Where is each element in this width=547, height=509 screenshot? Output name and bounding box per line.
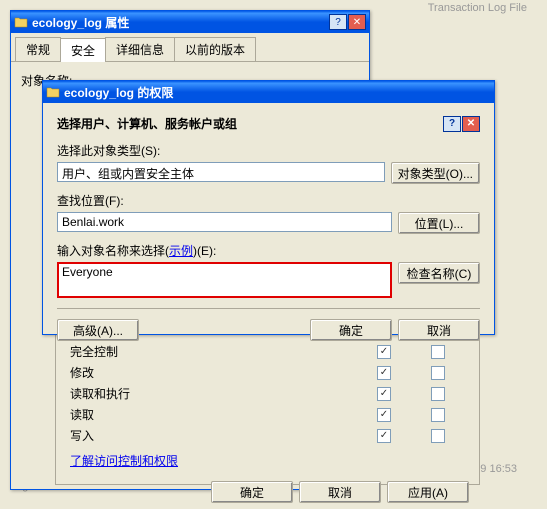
divider bbox=[57, 308, 480, 309]
dialog-close-button[interactable]: ✕ bbox=[462, 116, 480, 132]
permissions-titlebar[interactable]: ecology_log 的权限 bbox=[43, 81, 494, 103]
allow-checkbox[interactable] bbox=[377, 408, 391, 422]
perm-row: 读取 bbox=[70, 404, 465, 425]
bg-text-top: Transaction Log File bbox=[428, 2, 527, 14]
properties-titlebar[interactable]: ecology_log 属性 ? ✕ bbox=[11, 11, 369, 33]
ok-button[interactable]: 确定 bbox=[310, 319, 392, 341]
permissions-title: ecology_log 的权限 bbox=[64, 84, 491, 101]
deny-checkbox[interactable] bbox=[431, 429, 445, 443]
properties-title: ecology_log 属性 bbox=[32, 14, 328, 31]
perm-row: 写入 bbox=[70, 425, 465, 446]
dialog-help-button[interactable]: ? bbox=[443, 116, 461, 132]
folder-icon bbox=[14, 15, 28, 29]
location-field: Benlai.work bbox=[57, 212, 392, 232]
perm-label: 写入 bbox=[70, 427, 357, 444]
deny-checkbox[interactable] bbox=[431, 366, 445, 380]
permissions-dialog: ecology_log 的权限 选择用户、计算机、服务帐户或组 ? ✕ 选择此对… bbox=[42, 80, 495, 335]
object-name-input[interactable]: Everyone bbox=[57, 262, 392, 298]
perm-label: 读取和执行 bbox=[70, 385, 357, 402]
learn-more-link[interactable]: 了解访问控制和权限 bbox=[70, 454, 178, 468]
tab-general[interactable]: 常规 bbox=[15, 37, 61, 61]
check-names-button[interactable]: 检查名称(C) bbox=[398, 262, 480, 284]
perm-label: 读取 bbox=[70, 406, 357, 423]
advanced-button[interactable]: 高级(A)... bbox=[57, 319, 139, 341]
perm-label: 修改 bbox=[70, 364, 357, 381]
allow-checkbox[interactable] bbox=[377, 387, 391, 401]
tab-previous[interactable]: 以前的版本 bbox=[174, 37, 256, 61]
tab-security[interactable]: 安全 bbox=[60, 38, 106, 62]
allow-checkbox[interactable] bbox=[377, 366, 391, 380]
folder-icon bbox=[46, 85, 60, 99]
permissions-checklist-area: 完全控制 修改 读取和执行 读取 写入 了解访问控制和权限 确定 bbox=[55, 335, 480, 485]
deny-checkbox[interactable] bbox=[431, 408, 445, 422]
cancel-button[interactable]: 取消 bbox=[398, 319, 480, 341]
object-type-label: 选择此对象类型(S): bbox=[57, 142, 480, 159]
close-button[interactable]: ✕ bbox=[348, 14, 366, 30]
perm-row: 修改 bbox=[70, 362, 465, 383]
object-type-button[interactable]: 对象类型(O)... bbox=[391, 162, 480, 184]
help-button[interactable]: ? bbox=[329, 14, 347, 30]
object-name-entry-label: 输入对象名称来选择(示例)(E): bbox=[57, 242, 480, 259]
location-button[interactable]: 位置(L)... bbox=[398, 212, 480, 234]
tab-strip: 常规 安全 详细信息 以前的版本 bbox=[11, 33, 369, 62]
allow-checkbox[interactable] bbox=[377, 429, 391, 443]
deny-checkbox[interactable] bbox=[431, 387, 445, 401]
perm-row: 读取和执行 bbox=[70, 383, 465, 404]
tab-details[interactable]: 详细信息 bbox=[105, 37, 175, 61]
location-label: 查找位置(F): bbox=[57, 192, 480, 209]
object-type-field: 用户、组或内置安全主体 bbox=[57, 162, 385, 182]
dialog-heading: 选择用户、计算机、服务帐户或组 bbox=[57, 115, 442, 132]
example-link[interactable]: 示例 bbox=[169, 244, 193, 258]
